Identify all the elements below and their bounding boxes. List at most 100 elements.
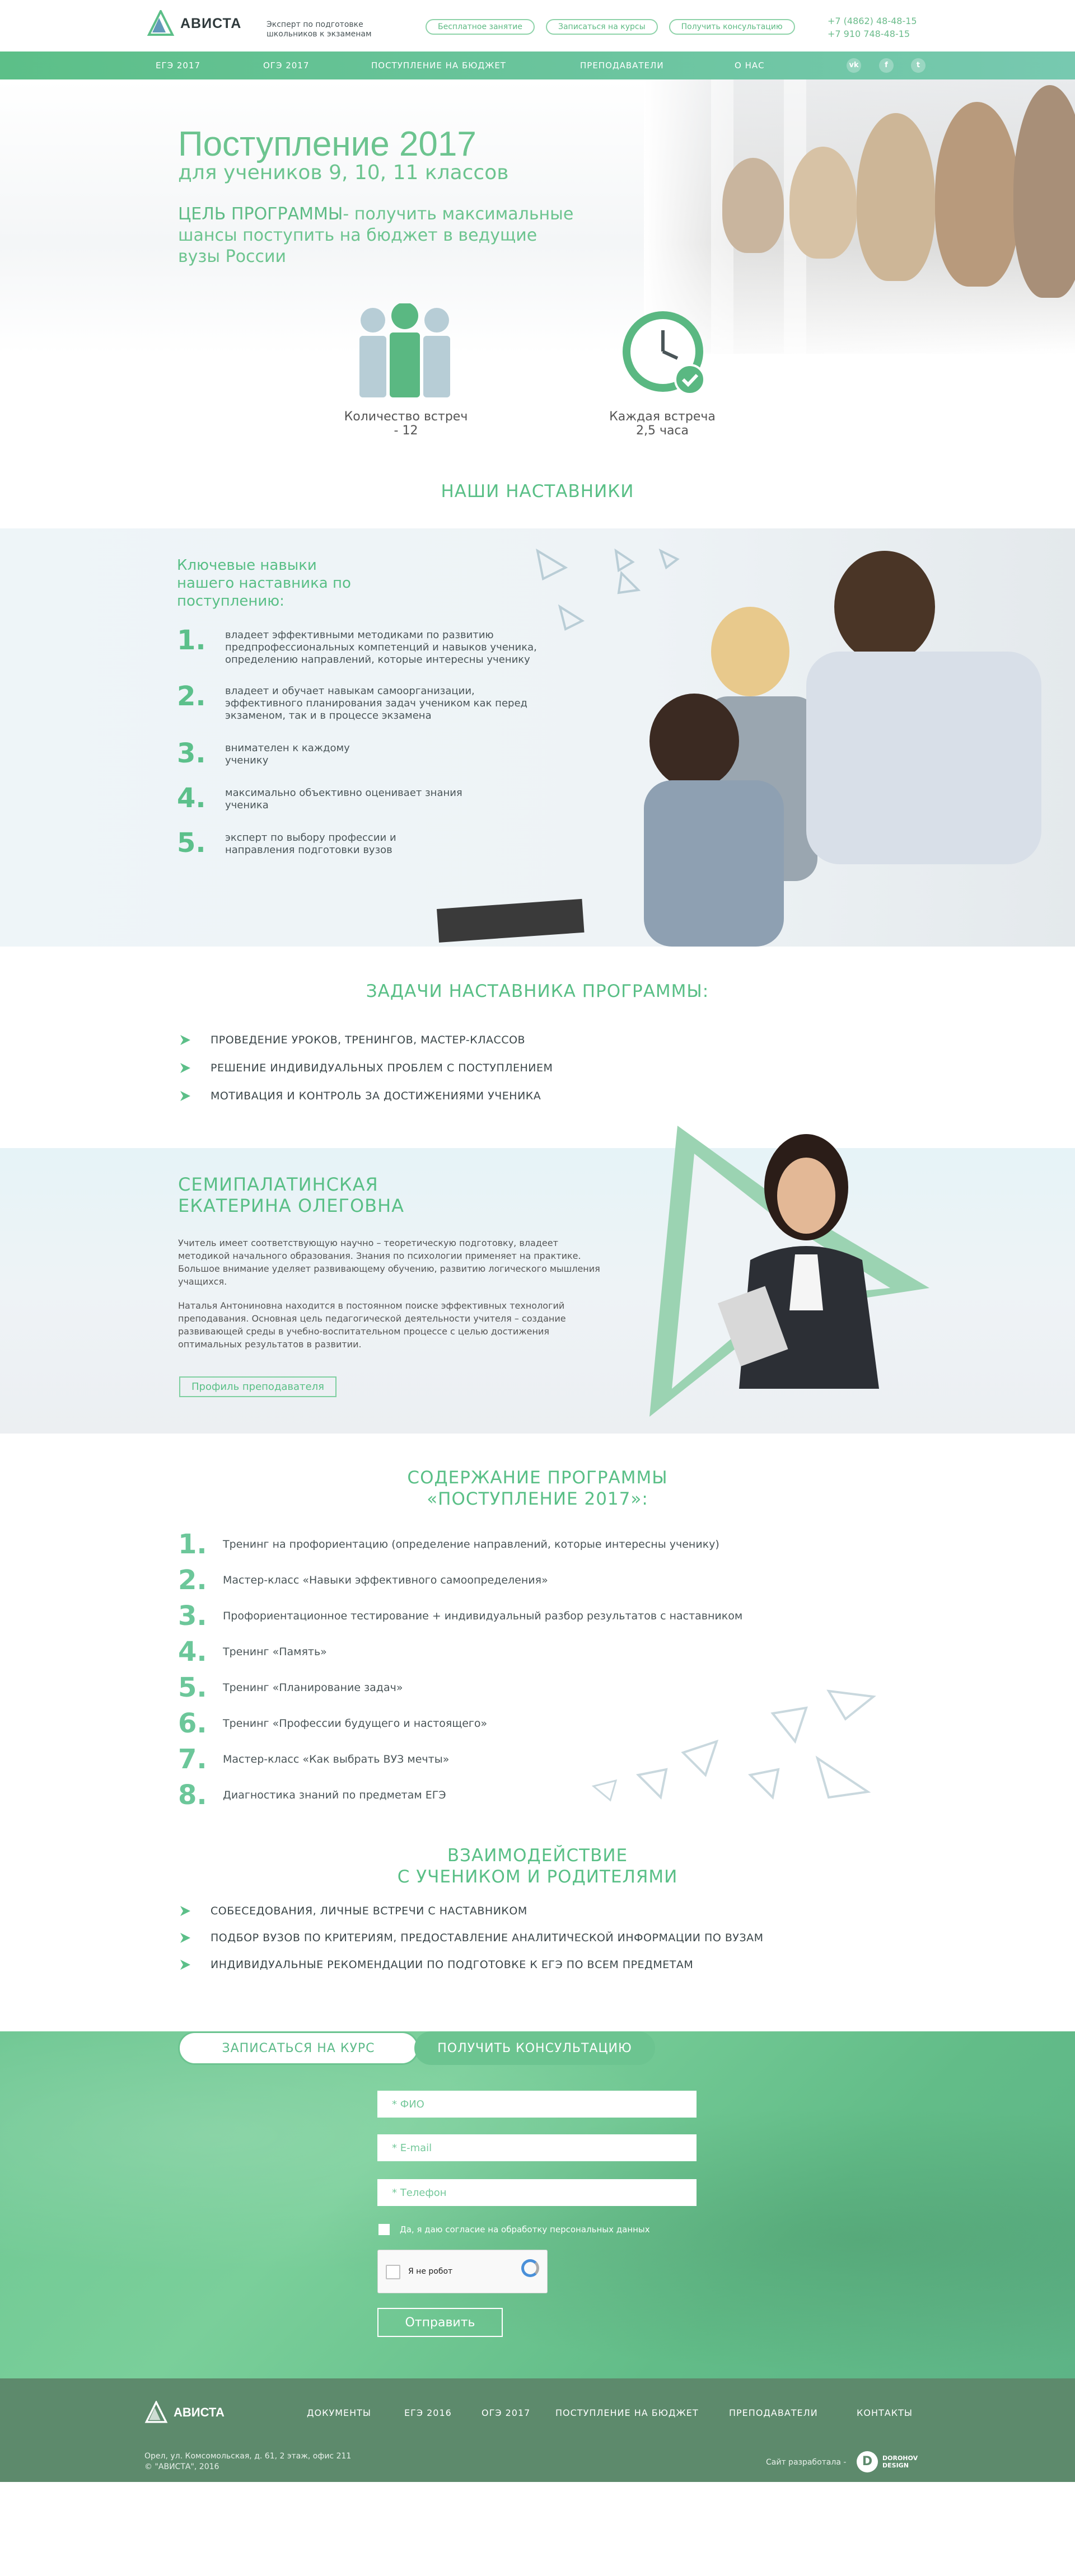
skill-text: владеет эффективными методиками по разви… xyxy=(225,629,537,666)
mentors-photo xyxy=(436,528,1075,947)
program-text: Тренинг «Профессии будущего и настоящего… xyxy=(223,1717,488,1730)
phone-1[interactable]: +7 (4862) 48-48-15 xyxy=(828,15,917,27)
name-input[interactable] xyxy=(377,2091,697,2118)
program-item: 1. Тренинг на профориентацию (определени… xyxy=(178,1529,719,1560)
task-text: ПРОВЕДЕНИЕ УРОКОВ, ТРЕНИНГОВ, МАСТЕР-КЛА… xyxy=(211,1034,526,1046)
program-text: Профориентационное тестирование + индиви… xyxy=(223,1610,743,1622)
phone-input[interactable] xyxy=(377,2179,697,2206)
skill-text: владеет и обучает навыкам самоорганизаци… xyxy=(225,685,527,722)
skill-item: 1. владеет эффективными методиками по ра… xyxy=(177,627,578,666)
interaction-title: ВЗАИМОДЕЙСТВИЕ С УЧЕНИКОМ И РОДИТЕЛЯМИ xyxy=(0,1845,1075,1887)
skills-section: Ключевые навыки нашего наставника по пос… xyxy=(0,528,1075,947)
copyright: © "АВИСТА", 2016 xyxy=(144,2462,219,2471)
main-nav: ЕГЭ 2017 ОГЭ 2017 ПОСТУПЛЕНИЕ НА БЮДЖЕТ … xyxy=(0,51,1075,79)
program-number: 5. xyxy=(178,1672,207,1703)
interaction-section: ВЗАИМОДЕЙСТВИЕ С УЧЕНИКОМ И РОДИТЕЛЯМИ С… xyxy=(0,1845,1075,2031)
twitter-icon[interactable]: t xyxy=(911,58,926,73)
interaction-title-line2: С УЧЕНИКОМ И РОДИТЕЛЯМИ xyxy=(397,1867,678,1887)
program-item: 8. Диагностика знаний по предметам ЕГЭ xyxy=(178,1779,446,1811)
tab-signup[interactable]: ЗАПИСАТЬСЯ НА КУРС xyxy=(178,2031,419,2065)
program-item: 4. Тренинг «Память» xyxy=(178,1636,327,1668)
skill-item: 5. эксперт по выбору профессии и направл… xyxy=(177,830,449,856)
stat-meetings: Количество встреч - 12 xyxy=(344,410,468,438)
arrow-icon xyxy=(179,1090,191,1102)
nav-budget[interactable]: ПОСТУПЛЕНИЕ НА БЮДЖЕТ xyxy=(371,60,506,71)
program-text: Диагностика знаний по предметам ЕГЭ xyxy=(223,1789,446,1801)
teacher-section: СЕМИПАЛАТИНСКАЯ ЕКАТЕРИНА ОЛЕГОВНА Учите… xyxy=(0,1126,1075,1434)
skill-text: внимателен к каждому ученику xyxy=(225,742,350,766)
tasks-title: ЗАДАЧИ НАСТАВНИКА ПРОГРАММЫ: xyxy=(366,981,709,1001)
program-section: СОДЕРЖАНИЕ ПРОГРАММЫ «ПОСТУПЛЕНИЕ 2017»:… xyxy=(0,1434,1075,1847)
captcha-checkbox[interactable] xyxy=(386,2265,400,2279)
paper-planes-decor xyxy=(482,1680,885,1816)
phone-2[interactable]: +7 910 748-48-15 xyxy=(828,27,917,40)
logo[interactable]: АВИСТА xyxy=(147,8,241,37)
footer-nav-teachers[interactable]: ПРЕПОДАВАТЕЛИ xyxy=(729,2408,818,2418)
clock-icon xyxy=(620,309,710,401)
facebook-icon[interactable]: f xyxy=(879,58,894,73)
get-consultation-button[interactable]: Получить консультацию xyxy=(669,19,795,35)
consent-checkbox[interactable] xyxy=(378,2224,390,2235)
form-tabs: ЗАПИСАТЬСЯ НА КУРС ПОЛУЧИТЬ КОНСУЛЬТАЦИЮ xyxy=(178,2031,655,2065)
consent-row: Да, я даю согласие на обработку персонал… xyxy=(378,2224,650,2235)
arrow-icon xyxy=(179,1932,191,1944)
skill-number: 5. xyxy=(177,827,206,859)
teacher-profile-button[interactable]: Профиль преподавателя xyxy=(179,1376,336,1397)
program-text: Тренинг на профориентацию (определение н… xyxy=(223,1538,719,1551)
footer-nav-oge-2017[interactable]: ОГЭ 2017 xyxy=(482,2408,530,2418)
footer-nav-documents[interactable]: ДОКУМЕНТЫ xyxy=(307,2408,371,2418)
developer-name: DOROHOV DESIGN xyxy=(882,2455,918,2469)
task-item: РЕШЕНИЕ ИНДИВИДУАЛЬНЫХ ПРОБЛЕМ С ПОСТУПЛ… xyxy=(179,1062,553,1074)
dorohov-logo-icon: D xyxy=(857,2451,878,2472)
teacher-bio-2: Наталья Антониновна находится в постоянн… xyxy=(178,1300,566,1350)
recaptcha-icon xyxy=(521,2259,539,2277)
footer-logo-icon xyxy=(144,2401,168,2423)
skill-item: 3. внимателен к каждому ученику xyxy=(177,740,359,767)
arrow-icon xyxy=(179,1959,191,1971)
stats: Количество встреч - 12 Каждая встреча 2,… xyxy=(0,302,1075,528)
stat-duration: Каждая встреча 2,5 часа xyxy=(609,410,716,438)
free-lesson-button[interactable]: Бесплатное занятие xyxy=(426,19,535,35)
program-text: Мастер-класс «Как выбрать ВУЗ мечты» xyxy=(223,1753,450,1765)
program-text: Тренинг «Планирование задач» xyxy=(223,1682,403,1694)
address-line: Орел, ул. Комсомольская, д. 61, 2 этаж, … xyxy=(144,2452,352,2461)
footer-nav-budget[interactable]: ПОСТУПЛЕНИЕ НА БЮДЖЕТ xyxy=(555,2408,699,2418)
submit-button[interactable]: Отправить xyxy=(377,2308,503,2337)
program-item: 6. Тренинг «Профессии будущего и настоящ… xyxy=(178,1708,487,1739)
hero-subtitle: для учеников 9, 10, 11 классов xyxy=(178,161,509,184)
program-number: 2. xyxy=(178,1565,207,1596)
goal-label: ЦЕЛЬ ПРОГРАММЫ xyxy=(178,204,343,224)
developer-credit: Сайт разработала - xyxy=(766,2458,846,2467)
program-item: 5. Тренинг «Планирование задач» xyxy=(178,1672,403,1703)
program-number: 4. xyxy=(178,1636,207,1668)
skill-number: 4. xyxy=(177,783,206,814)
skill-text: максимально объективно оценивает знания … xyxy=(225,787,462,811)
signup-course-button[interactable]: Записаться на курсы xyxy=(546,19,658,35)
logo-icon xyxy=(147,8,175,37)
footer-logo[interactable]: АВИСТА xyxy=(144,2401,225,2424)
nav-oge-2017[interactable]: ОГЭ 2017 xyxy=(263,60,309,71)
footer-nav-contacts[interactable]: КОНТАКТЫ xyxy=(857,2408,913,2418)
nav-about[interactable]: О НАС xyxy=(735,60,765,71)
header-buttons: Бесплатное занятие Записаться на курсы П… xyxy=(426,19,795,35)
arrow-icon xyxy=(179,1905,191,1917)
tab-consult[interactable]: ПОЛУЧИТЬ КОНСУЛЬТАЦИЮ xyxy=(414,2031,655,2065)
program-title: СОДЕРЖАНИЕ ПРОГРАММЫ «ПОСТУПЛЕНИЕ 2017»: xyxy=(0,1467,1075,1510)
recaptcha[interactable]: Я не робот xyxy=(377,2250,548,2293)
vk-icon[interactable]: vk xyxy=(847,58,861,73)
interaction-item: ПОДБОР ВУЗОВ ПО КРИТЕРИЯМ, ПРЕДОСТАВЛЕНИ… xyxy=(179,1932,764,1944)
email-input[interactable] xyxy=(377,2134,697,2161)
interaction-item: СОБЕСЕДОВАНИЯ, ЛИЧНЫЕ ВСТРЕЧИ С НАСТАВНИ… xyxy=(179,1905,527,1917)
nav-teachers[interactable]: ПРЕПОДАВАТЕЛИ xyxy=(580,60,664,71)
nav-ege-2017[interactable]: ЕГЭ 2017 xyxy=(156,60,200,71)
skills-heading: Ключевые навыки нашего наставника по пос… xyxy=(177,557,351,610)
mentors-title: НАШИ НАСТАВНИКИ xyxy=(441,481,634,502)
hero-goal: ЦЕЛЬ ПРОГРАММЫ- получить максимальные ша… xyxy=(178,204,581,268)
footer-nav-ege-2016[interactable]: ЕГЭ 2016 xyxy=(404,2408,452,2418)
tagline: Эксперт по подготовке школьников к экзам… xyxy=(267,20,372,39)
skill-text: эксперт по выбору профессии и направлени… xyxy=(225,832,396,856)
program-number: 1. xyxy=(178,1529,207,1560)
program-title-line1: СОДЕРЖАНИЕ ПРОГРАММЫ xyxy=(407,1468,668,1488)
hero-title: Поступление 2017 xyxy=(178,125,476,163)
developer-logo[interactable]: D DOROHOV DESIGN xyxy=(857,2451,922,2472)
